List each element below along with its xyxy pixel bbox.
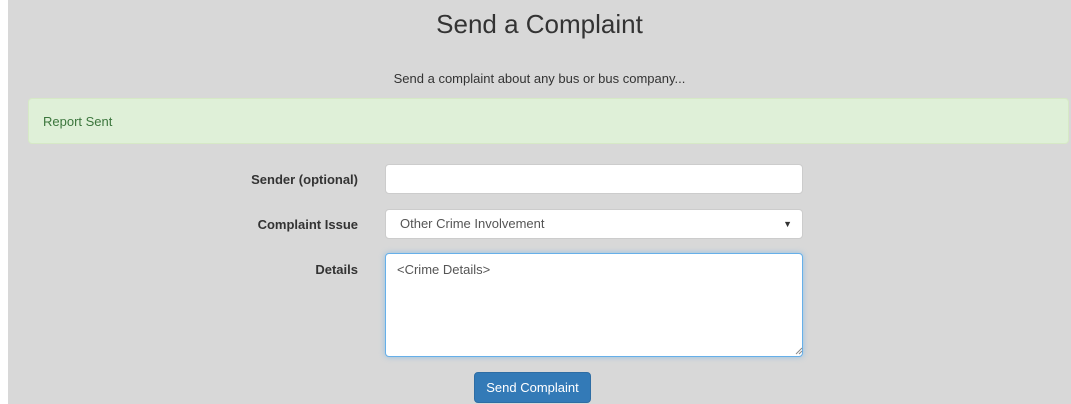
details-label: Details	[315, 262, 358, 277]
caret-down-icon: ▼	[783, 219, 792, 229]
complaint-page: Send a Complaint Send a complaint about …	[8, 0, 1071, 404]
complaint-issue-select[interactable]: Other Crime Involvement ▼	[385, 209, 803, 239]
details-textarea[interactable]	[385, 253, 803, 357]
sender-label: Sender (optional)	[251, 172, 358, 187]
sender-input[interactable]	[385, 164, 803, 194]
alert-message: Report Sent	[43, 114, 113, 129]
page-title: Send a Complaint	[436, 9, 643, 39]
resize-grip-icon[interactable]	[795, 347, 803, 355]
complaint-issue-label: Complaint Issue	[257, 217, 358, 232]
complaint-issue-selected: Other Crime Involvement	[400, 216, 545, 231]
success-alert: Report Sent	[28, 98, 1069, 144]
send-complaint-button[interactable]: Send Complaint	[474, 372, 591, 403]
page-subtitle: Send a complaint about any bus or bus co…	[393, 71, 686, 86]
